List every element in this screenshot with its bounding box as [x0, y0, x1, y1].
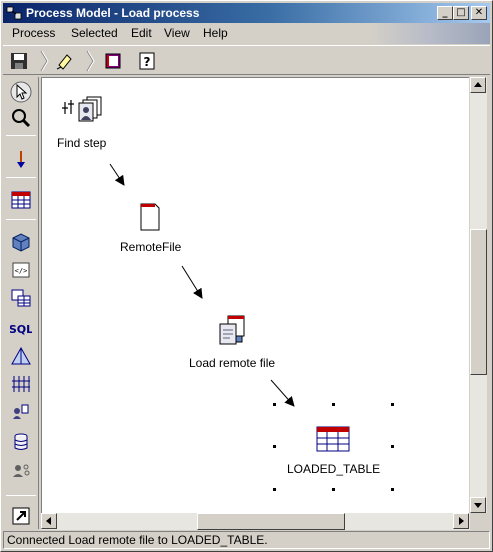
- process-model-window: Process Model - Load process _ □ ✕ Proce…: [0, 0, 493, 552]
- arrow-left-icon: [46, 517, 51, 525]
- horizontal-scrollbar[interactable]: [41, 513, 470, 530]
- selection-handle-nw[interactable]: [273, 403, 276, 406]
- palette-divider: [6, 495, 36, 496]
- pointer-icon[interactable]: [10, 81, 32, 103]
- zoom-icon[interactable]: [10, 107, 32, 129]
- node-label-remote-file[interactable]: RemoteFile: [120, 240, 181, 254]
- selection-handle-n[interactable]: [332, 403, 335, 406]
- save-icon[interactable]: [9, 51, 29, 71]
- node-label-load-remote-file[interactable]: Load remote file: [189, 356, 275, 370]
- scroll-down-button[interactable]: [470, 497, 486, 513]
- database-icon[interactable]: [10, 431, 32, 453]
- vertical-scroll-thumb[interactable]: [470, 229, 487, 375]
- user-step-icon[interactable]: [10, 459, 32, 481]
- close-button[interactable]: ✕: [471, 6, 487, 20]
- process-model-app-icon: [6, 6, 22, 20]
- scroll-right-button[interactable]: [453, 513, 469, 529]
- program-icon[interactable]: </>: [10, 259, 32, 281]
- node-load-remote-file[interactable]: [216, 314, 248, 346]
- title-bar[interactable]: Process Model - Load process _ □ ✕: [3, 3, 490, 23]
- node-label-find-step[interactable]: Find step: [57, 136, 106, 150]
- find-step-icon: [62, 96, 102, 122]
- scroll-left-button[interactable]: [41, 513, 57, 529]
- palette-divider: [6, 219, 36, 220]
- node-find-step[interactable]: [60, 94, 104, 130]
- palette-divider: [6, 177, 36, 178]
- svg-text:</>: </>: [15, 267, 28, 275]
- maximize-button[interactable]: □: [453, 6, 469, 20]
- link-arrow-icon[interactable]: [10, 149, 32, 171]
- palette-divider: [6, 135, 36, 136]
- node-loaded-table[interactable]: [316, 426, 350, 452]
- scrollbar-corner: [470, 513, 487, 530]
- toolbar-separator: [40, 50, 49, 72]
- toolbar-separator-2: [86, 50, 95, 72]
- menu-edit[interactable]: Edit: [127, 26, 156, 40]
- tool-palette: </> SQL: [3, 77, 39, 529]
- grid-icon[interactable]: [10, 373, 32, 395]
- arrow-down-icon: [474, 503, 482, 508]
- user-program-icon[interactable]: [10, 401, 32, 423]
- scroll-up-button[interactable]: [470, 77, 486, 93]
- horizontal-scroll-thumb[interactable]: [197, 513, 345, 530]
- transform-icon[interactable]: [10, 345, 32, 367]
- arrow-right-icon: [459, 517, 464, 525]
- help-icon[interactable]: ?: [137, 51, 157, 71]
- node-label-loaded-table[interactable]: LOADED_TABLE: [287, 462, 380, 476]
- menu-selected[interactable]: Selected: [67, 26, 122, 40]
- status-bar: Connected Load remote file to LOADED_TAB…: [3, 531, 490, 549]
- connector-find-to-remotefile[interactable]: [109, 163, 125, 186]
- selection-handle-w[interactable]: [273, 445, 276, 448]
- svg-text:?: ?: [144, 55, 151, 69]
- window-title: Process Model - Load process: [26, 6, 200, 20]
- node-remote-file[interactable]: [138, 202, 162, 232]
- load-file-icon: [219, 315, 245, 345]
- tables-icon[interactable]: [10, 287, 32, 309]
- arrow-up-icon: [474, 82, 482, 87]
- selection-handle-sw[interactable]: [273, 488, 276, 491]
- selection-handle-ne[interactable]: [391, 403, 394, 406]
- highlighter-icon[interactable]: [55, 51, 75, 71]
- book-icon[interactable]: [103, 51, 123, 71]
- file-icon: [140, 203, 160, 231]
- toolbar: ?: [3, 45, 490, 75]
- menu-view[interactable]: View: [160, 26, 194, 40]
- selection-handle-e[interactable]: [391, 445, 394, 448]
- menu-help[interactable]: Help: [199, 26, 232, 40]
- selection-handle-s[interactable]: [332, 488, 335, 491]
- connector-remotefile-to-load[interactable]: [181, 265, 203, 299]
- sql-icon[interactable]: SQL: [10, 317, 32, 339]
- table-icon: [316, 426, 350, 452]
- sql-label: SQL: [10, 323, 32, 336]
- menu-bar: Process Selected Edit View Help: [3, 23, 490, 44]
- process-canvas[interactable]: Find step RemoteFile Load remote file LO…: [41, 77, 469, 513]
- shortcut-icon[interactable]: [10, 505, 32, 527]
- vertical-scrollbar[interactable]: [470, 77, 487, 513]
- menu-process[interactable]: Process: [8, 26, 59, 40]
- cube-icon[interactable]: [10, 231, 32, 253]
- menubar-decoration: [370, 23, 490, 44]
- selection-handle-se[interactable]: [391, 488, 394, 491]
- source-table-icon[interactable]: [10, 189, 32, 211]
- minimize-button[interactable]: _: [437, 6, 453, 20]
